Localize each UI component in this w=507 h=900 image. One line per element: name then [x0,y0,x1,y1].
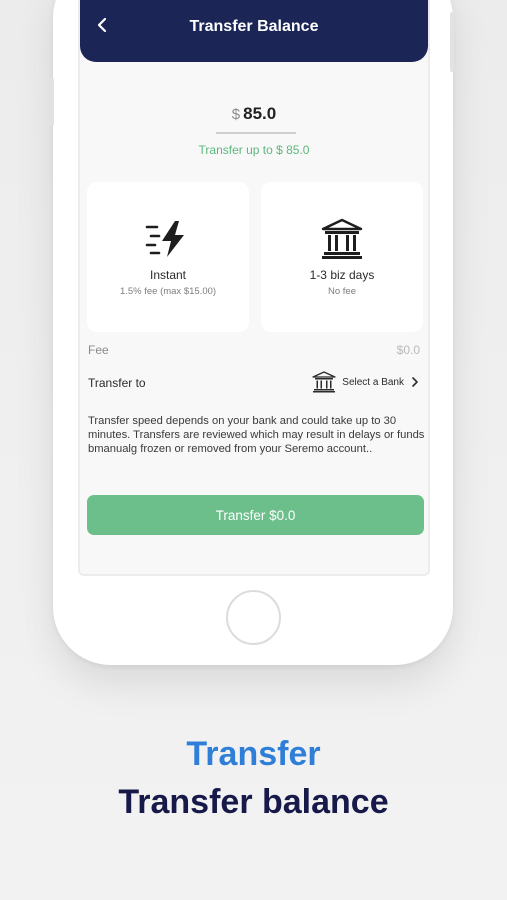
page-title: Transfer Balance [189,18,319,35]
lightning-speed-icon [87,218,249,262]
option-title: Instant [149,268,187,282]
option-instant[interactable]: Instant 1.5% fee (max $15.00) [87,182,249,332]
option-standard[interactable]: 1-3 biz days No fee [261,182,423,332]
chevron-right-icon [412,377,418,387]
app-screen: Transfer Balance $85.0 Transfer up to $ … [78,0,430,576]
transfer-limit-text: Transfer up to $ 85.0 [198,143,310,157]
amount-value: 85.0 [243,104,277,123]
amount-input[interactable]: $85.0 [80,104,428,124]
fee-value: $0.0 [396,343,420,357]
option-title: 1-3 biz days [309,268,375,282]
option-subtitle: No fee [328,286,356,297]
caption-subtitle: Transfer balance [118,783,389,821]
select-bank-button[interactable]: Select a Bank [312,370,420,394]
transfer-to-label: Transfer to [88,376,146,390]
bank-icon [261,218,423,262]
transfer-notice: Transfer speed depends on your bank and … [88,415,425,455]
transfer-button[interactable]: Transfer $0.0 [87,495,424,535]
currency-symbol: $ [231,106,241,123]
header-bar: Transfer Balance [80,0,428,62]
phone-side-button [450,12,454,72]
phone-side-button [50,78,54,126]
bank-icon [312,371,336,393]
option-subtitle: 1.5% fee (max $15.00) [119,286,217,297]
fee-label: Fee [88,343,109,357]
caption-title: Transfer [186,735,321,773]
amount-underline [216,132,296,134]
select-bank-label: Select a Bank [342,376,404,388]
home-button[interactable] [226,590,281,645]
